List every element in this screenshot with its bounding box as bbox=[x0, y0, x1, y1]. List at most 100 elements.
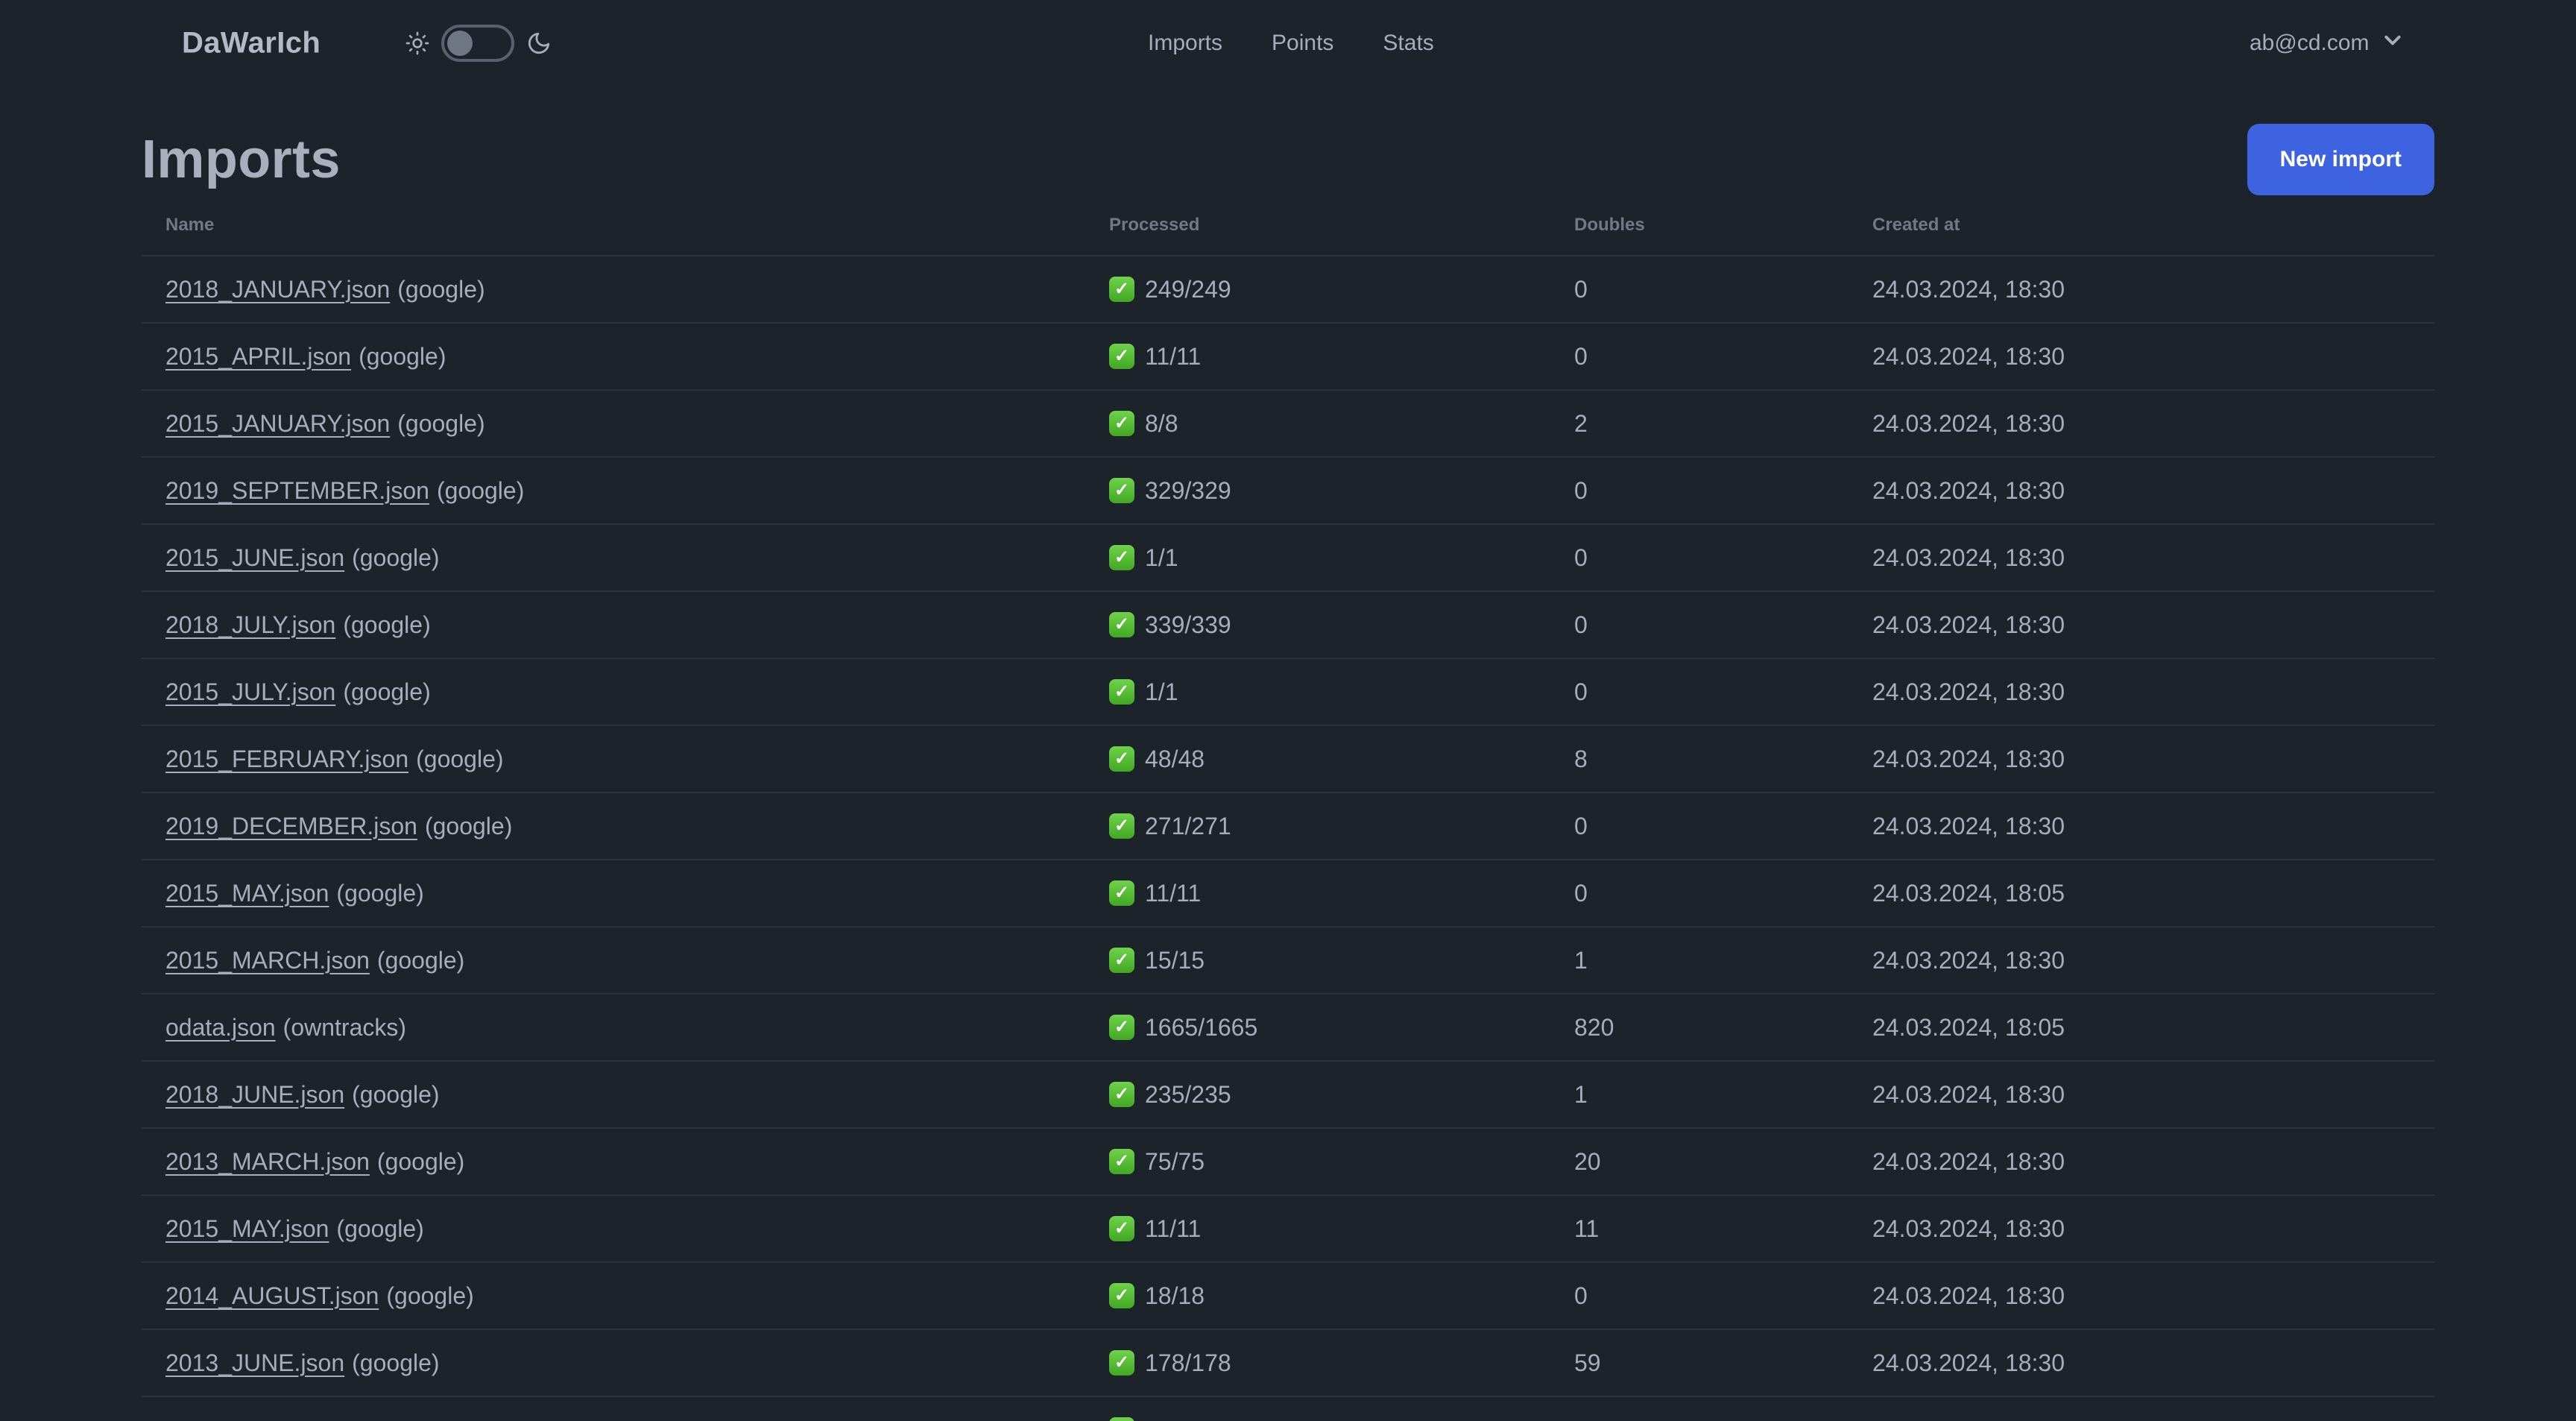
processed-count: 11/11 bbox=[1145, 879, 1202, 907]
table-row: 2018_JANUARY.json (google) ✓ 249/249 0 24… bbox=[142, 255, 2434, 322]
success-check-icon: ✓ bbox=[1109, 478, 1134, 503]
processed-count: 1665/1665 bbox=[1145, 1013, 1258, 1041]
nav-link-points[interactable]: Points bbox=[1272, 31, 1333, 56]
processed-count: 271/271 bbox=[1145, 812, 1231, 839]
created-at-value: 24.03.2024, 18:30 bbox=[1872, 1214, 2065, 1242]
success-check-icon: ✓ bbox=[1109, 1149, 1134, 1174]
sun-icon bbox=[405, 31, 429, 55]
table-row: 2015_JUNE.json (google) ✓ 1/1 0 24.03.202… bbox=[142, 523, 2434, 590]
doubles-count: 1 bbox=[1574, 946, 1588, 974]
import-file-link[interactable]: 2015_JUNE.json bbox=[165, 544, 344, 571]
import-file-link[interactable]: 2015_FEBRUARY.json bbox=[165, 746, 408, 772]
created-at-value: 24.03.2024, 18:30 bbox=[1872, 1282, 2065, 1309]
import-source-label: (google) bbox=[424, 812, 513, 839]
created-at-value: 24.03.2024, 18:30 bbox=[1872, 275, 2065, 303]
import-source-label: (google) bbox=[343, 678, 431, 705]
column-header-name: Name bbox=[165, 215, 215, 235]
import-file-link[interactable]: 2015_JANUARY.json bbox=[165, 410, 390, 437]
import-file-link[interactable]: 2015_MARCH.json bbox=[165, 947, 370, 974]
doubles-count: 0 bbox=[1574, 611, 1588, 638]
import-source-label: (google) bbox=[336, 1214, 424, 1242]
table-header-row: Name Processed Doubles Created at bbox=[142, 195, 2434, 255]
table-row: 2015_JANUARY.json (google) ✓ 8/8 2 24.03.… bbox=[142, 389, 2434, 456]
import-file-link[interactable]: 2014_AUGUST.json bbox=[165, 1282, 379, 1309]
column-header-processed: Processed bbox=[1109, 215, 1200, 235]
import-file-link[interactable]: 2018_JUNE.json bbox=[165, 1081, 344, 1108]
doubles-count: 8 bbox=[1574, 745, 1588, 772]
success-check-icon: ✓ bbox=[1109, 344, 1134, 369]
doubles-count: 820 bbox=[1574, 1013, 1614, 1041]
moon-icon bbox=[526, 31, 552, 56]
success-check-icon: ✓ bbox=[1109, 1015, 1134, 1040]
theme-toggle-knob bbox=[447, 31, 473, 56]
success-check-icon: ✓ bbox=[1109, 679, 1134, 705]
import-file-link[interactable]: 2013_MARCH.json bbox=[165, 1148, 370, 1175]
doubles-count: 2 bbox=[1574, 409, 1588, 437]
user-email: ab@cd.com bbox=[2250, 31, 2370, 55]
doubles-count: 0 bbox=[1574, 678, 1588, 705]
processed-count: 235/235 bbox=[1145, 1080, 1231, 1108]
import-source-label: (google) bbox=[386, 1282, 474, 1309]
success-check-icon: ✓ bbox=[1109, 545, 1134, 570]
new-import-button[interactable]: New import bbox=[2247, 124, 2434, 195]
processed-count: 1/1 bbox=[1145, 543, 1178, 571]
app-window: DaWarIch Imports Points Stats ab@cd.com … bbox=[0, 0, 2576, 1421]
processed-count: 249/249 bbox=[1145, 275, 1231, 303]
import-file-link[interactable]: 2013_JUNE.json bbox=[165, 1349, 344, 1376]
created-at-value: 24.03.2024, 18:30 bbox=[1872, 409, 2065, 437]
main-nav: Imports Points Stats bbox=[1148, 31, 1434, 56]
table-row-partial: ✓ bbox=[142, 1396, 2434, 1421]
import-source-label: (google) bbox=[336, 879, 424, 907]
success-check-icon: ✓ bbox=[1109, 1283, 1134, 1308]
table-row: 2015_MAY.json (google) ✓ 11/11 11 24.03.2… bbox=[142, 1194, 2434, 1261]
success-check-icon: ✓ bbox=[1109, 948, 1134, 973]
theme-toggle-switch[interactable] bbox=[441, 25, 514, 62]
chevron-down-icon bbox=[2383, 31, 2402, 56]
success-check-icon: ✓ bbox=[1109, 1350, 1134, 1376]
table-row: 2019_DECEMBER.json (google) ✓ 271/271 0 2… bbox=[142, 792, 2434, 859]
navbar: DaWarIch Imports Points Stats ab@cd.com bbox=[0, 0, 2576, 86]
import-file-link[interactable]: 2015_APRIL.json bbox=[165, 343, 351, 370]
doubles-count: 1 bbox=[1574, 1080, 1588, 1108]
import-file-link[interactable]: 2019_SEPTEMBER.json bbox=[165, 477, 429, 504]
created-at-value: 24.03.2024, 18:30 bbox=[1872, 543, 2065, 571]
nav-link-imports[interactable]: Imports bbox=[1148, 31, 1222, 56]
imports-table: Name Processed Doubles Created at 2018_J… bbox=[142, 195, 2434, 1421]
import-file-link[interactable]: 2019_DECEMBER.json bbox=[165, 813, 417, 839]
import-file-link[interactable]: 2015_MAY.json bbox=[165, 1215, 329, 1242]
import-source-label: (google) bbox=[376, 946, 465, 974]
user-menu[interactable]: ab@cd.com bbox=[2250, 31, 2402, 56]
doubles-count: 20 bbox=[1574, 1147, 1601, 1175]
table-body: 2018_JANUARY.json (google) ✓ 249/249 0 24… bbox=[142, 255, 2434, 1396]
success-check-icon: ✓ bbox=[1109, 1417, 1134, 1421]
created-at-value: 24.03.2024, 18:30 bbox=[1872, 1147, 2065, 1175]
table-row: 2019_SEPTEMBER.json (google) ✓ 329/329 0 … bbox=[142, 456, 2434, 523]
processed-count: 15/15 bbox=[1145, 946, 1205, 974]
success-check-icon: ✓ bbox=[1109, 813, 1134, 839]
success-check-icon: ✓ bbox=[1109, 880, 1134, 906]
table-row: 2014_AUGUST.json (google) ✓ 18/18 0 24.03… bbox=[142, 1261, 2434, 1329]
table-row: 2015_APRIL.json (google) ✓ 11/11 0 24.03.… bbox=[142, 322, 2434, 389]
doubles-count: 11 bbox=[1574, 1214, 1600, 1242]
doubles-count: 0 bbox=[1574, 543, 1588, 571]
created-at-value: 24.03.2024, 18:30 bbox=[1872, 611, 2065, 638]
processed-count: 329/329 bbox=[1145, 476, 1231, 504]
success-check-icon: ✓ bbox=[1109, 1082, 1134, 1107]
doubles-count: 0 bbox=[1574, 342, 1588, 370]
table-row: 2015_MARCH.json (google) ✓ 15/15 1 24.03.… bbox=[142, 926, 2434, 993]
created-at-value: 24.03.2024, 18:30 bbox=[1872, 1349, 2065, 1376]
import-file-link[interactable]: odata.json bbox=[165, 1014, 276, 1041]
processed-count: 75/75 bbox=[1145, 1147, 1205, 1175]
created-at-value: 24.03.2024, 18:30 bbox=[1872, 946, 2065, 974]
import-file-link[interactable]: 2018_JANUARY.json bbox=[165, 276, 390, 303]
import-file-link[interactable]: 2015_JULY.json bbox=[165, 678, 335, 705]
processed-count: 18/18 bbox=[1145, 1282, 1205, 1309]
import-file-link[interactable]: 2015_MAY.json bbox=[165, 880, 329, 907]
doubles-count: 0 bbox=[1574, 812, 1588, 839]
created-at-value: 24.03.2024, 18:30 bbox=[1872, 812, 2065, 839]
nav-link-stats[interactable]: Stats bbox=[1383, 31, 1433, 56]
table-row: 2015_FEBRUARY.json (google) ✓ 48/48 8 24.… bbox=[142, 725, 2434, 792]
doubles-count: 59 bbox=[1574, 1349, 1601, 1376]
import-file-link[interactable]: 2018_JULY.json bbox=[165, 611, 335, 638]
app-logo[interactable]: DaWarIch bbox=[182, 27, 321, 60]
